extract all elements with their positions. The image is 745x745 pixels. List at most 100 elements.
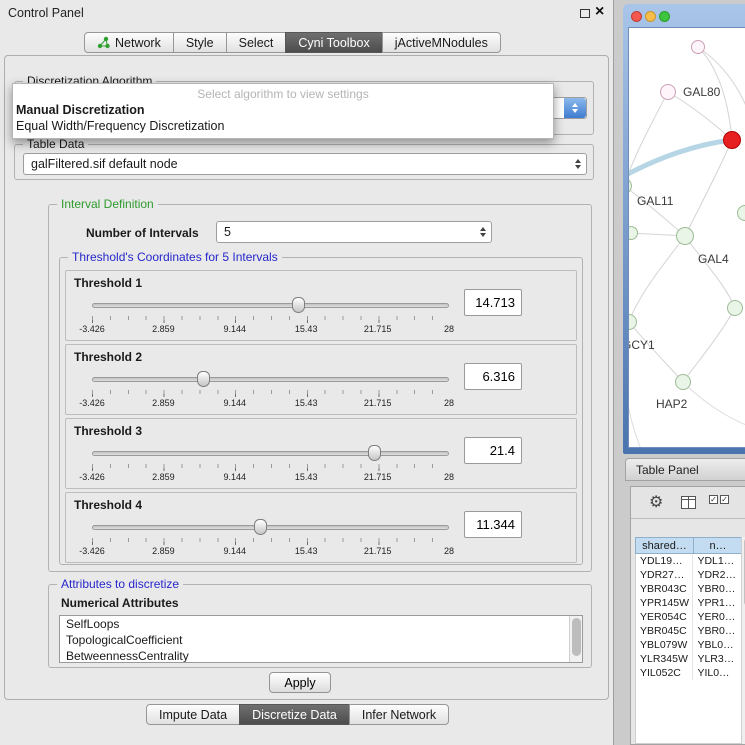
slider-minor-ticks [92,464,450,468]
dropdown-option-manual[interactable]: Manual Discretization [13,102,553,118]
table-row[interactable]: YBL079WYBL0… [636,638,742,652]
interval-definition-title: Interval Definition [57,197,158,211]
tab-jactivemnodules[interactable]: jActiveMNodules [382,32,501,53]
table-row[interactable]: YPR145WYPR1… [636,596,742,610]
network-node[interactable] [723,131,741,149]
tab-infer-network[interactable]: Infer Network [349,704,449,725]
table-row[interactable]: YIL052CYIL0… [636,666,742,680]
table-row[interactable]: YBR043CYBR0… [636,582,742,596]
list-item[interactable]: BetweennessCentrality [60,648,582,663]
scale-label: 21.715 [364,324,392,334]
slider-track[interactable] [92,377,449,382]
scale-label: 21.715 [364,472,392,482]
threshold-value-input[interactable] [464,437,522,464]
network-node[interactable] [675,374,691,390]
scale-label: 2.859 [152,398,175,408]
tab-discretize-data[interactable]: Discretize Data [239,704,350,725]
gear-icon[interactable]: ⚙ [649,492,663,512]
tab-label: Discretize Data [252,708,337,722]
table-cell: YLR3… [693,652,742,666]
window-title: Control Panel [8,6,84,20]
traffic-light-close-icon[interactable] [631,11,642,22]
list-item[interactable]: TopologicalCoefficient [60,632,582,648]
table-cell: YIL052C [636,666,693,680]
table-row[interactable]: YBR045CYBR0… [636,624,742,638]
dropdown-placeholder: Select algorithm to view settings [13,87,553,102]
slider-track[interactable] [92,451,449,456]
threshold-panel: Threshold 4 -3.426 2.859 9.144 15.43 21.… [65,492,577,563]
slider-thumb[interactable] [197,371,210,387]
list-scrollbar-thumb[interactable] [572,618,581,656]
list-item[interactable]: SelfLoops [60,616,582,632]
list-scrollbar[interactable] [569,616,582,662]
combo-stepper-icon[interactable] [569,154,586,174]
slider-thumb[interactable] [254,519,267,535]
attributes-listbox[interactable]: SelfLoops TopologicalCoefficient Between… [59,615,583,663]
tab-select[interactable]: Select [226,32,287,53]
network-node[interactable] [676,227,694,245]
table-row[interactable]: YER054CYER0… [636,610,742,624]
slider-thumb[interactable] [292,297,305,313]
threshold-value-input[interactable] [464,289,522,316]
table-cell: YER054C [636,610,693,624]
algorithm-dropdown-popup: Select algorithm to view settings Manual… [12,83,554,139]
slider-scale: -3.426 2.859 9.144 15.43 21.715 28 [92,472,449,483]
table-scrollbar[interactable] [741,537,745,744]
table-row[interactable]: YDL19…YDL1… [636,554,742,568]
slider-scale: -3.426 2.859 9.144 15.43 21.715 28 [92,398,449,409]
threshold-slider[interactable] [92,445,449,462]
threshold-label: Threshold 2 [74,350,142,364]
tab-network[interactable]: Network [84,32,174,53]
table-data-combo[interactable]: galFiltered.sif default node [23,153,587,175]
close-icon[interactable]: × [595,3,604,21]
traffic-light-zoom-icon[interactable] [659,11,670,22]
tab-style[interactable]: Style [173,32,227,53]
slider-thumb[interactable] [368,445,381,461]
network-node[interactable] [691,40,705,54]
scale-label: 28 [444,546,454,556]
combo-stepper-icon[interactable] [564,98,586,118]
column-header-shared[interactable]: shared… [635,537,694,554]
threshold-value-input[interactable] [464,363,522,390]
threshold-label: Threshold 3 [74,424,142,438]
combo-stepper-icon[interactable] [474,222,491,242]
columns-icon[interactable] [681,496,696,514]
threshold-panel: Threshold 2 -3.426 2.859 9.144 15.43 21.… [65,344,577,415]
dropdown-option-equal-width[interactable]: Equal Width/Frequency Discretization [13,118,553,134]
thresholds-group: Threshold's Coordinates for 5 Intervals … [59,257,583,565]
apply-button[interactable]: Apply [269,672,331,693]
num-intervals-combo[interactable]: 5 [216,221,492,243]
table-toolbar: ⚙ ✓ ✓ [631,487,745,519]
threshold-panel: Threshold 3 -3.426 2.859 9.144 15.43 21.… [65,418,577,489]
network-canvas[interactable]: GAL80GAL11GAL4GCY1HAP2 [628,27,745,448]
tab-cyni-toolbox[interactable]: Cyni Toolbox [285,32,382,53]
table-row[interactable]: YLR345WYLR3… [636,652,742,666]
top-tab-bar: Network Style Select Cyni Toolbox jActiv… [84,32,501,53]
threshold-label: Threshold 1 [74,276,142,290]
scale-label: -3.426 [79,472,105,482]
column-header-name[interactable]: n… [693,537,743,554]
scale-label: 2.859 [152,324,175,334]
table-rows: YDL19…YDL1…YDR27…YDR2…YBR043CYBR0…YPR145… [635,554,743,744]
table-row[interactable]: YDR27…YDR2… [636,568,742,582]
tab-label: Cyni Toolbox [298,36,369,50]
table-cell: YBL079W [636,638,693,652]
control-panel-window: Control Panel × Network Style Select Cyn… [0,0,614,745]
threshold-value-input[interactable] [464,511,522,538]
threshold-slider[interactable] [92,371,449,388]
slider-minor-ticks [92,538,450,542]
network-node[interactable] [660,84,676,100]
network-node-label: GAL4 [698,252,729,266]
slider-track[interactable] [92,303,449,308]
slider-track[interactable] [92,525,449,530]
table-panel-header[interactable]: Table Panel [625,458,745,481]
traffic-light-minimize-icon[interactable] [645,11,656,22]
threshold-slider[interactable] [92,297,449,314]
tab-impute-data[interactable]: Impute Data [146,704,240,725]
float-window-icon[interactable] [580,9,590,18]
select-columns-icons[interactable]: ✓ ✓ [709,495,729,504]
thresholds-group-title: Threshold's Coordinates for 5 Intervals [68,250,282,264]
threshold-slider[interactable] [92,519,449,536]
network-node[interactable] [727,300,743,316]
table-data-group-title: Table Data [23,137,88,151]
